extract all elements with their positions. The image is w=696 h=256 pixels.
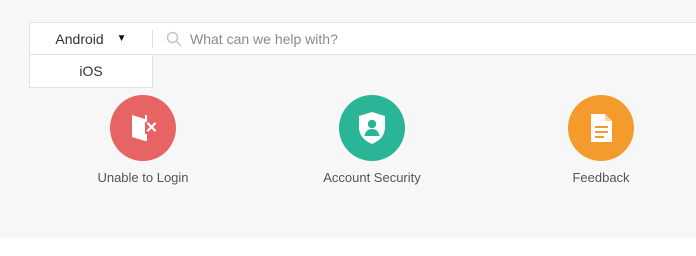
platform-dropdown: iOS bbox=[29, 55, 153, 88]
unable-to-login-circle bbox=[110, 95, 176, 161]
tile-feedback[interactable]: Feedback bbox=[516, 95, 686, 195]
tile-label: Unable to Login bbox=[97, 170, 189, 185]
shield-user-icon bbox=[359, 112, 385, 144]
tile-account-security[interactable]: Account Security bbox=[287, 95, 457, 195]
tile-label: Account Security bbox=[323, 170, 421, 185]
account-security-circle bbox=[339, 95, 405, 161]
platform-select[interactable]: Android ▼ bbox=[30, 23, 152, 54]
document-icon bbox=[591, 114, 612, 142]
search-bar: Android ▼ bbox=[29, 22, 696, 55]
search-icon bbox=[166, 31, 182, 47]
feedback-circle bbox=[568, 95, 634, 161]
logout-x-icon bbox=[132, 115, 157, 141]
tile-label: Feedback bbox=[572, 170, 630, 185]
caret-down-icon: ▼ bbox=[116, 33, 127, 44]
divider bbox=[152, 30, 153, 48]
platform-select-value: Android bbox=[55, 30, 104, 47]
tile-unable-to-login[interactable]: Unable to Login bbox=[58, 95, 228, 195]
platform-option-ios[interactable]: iOS bbox=[79, 63, 102, 79]
search-input[interactable] bbox=[190, 27, 690, 51]
